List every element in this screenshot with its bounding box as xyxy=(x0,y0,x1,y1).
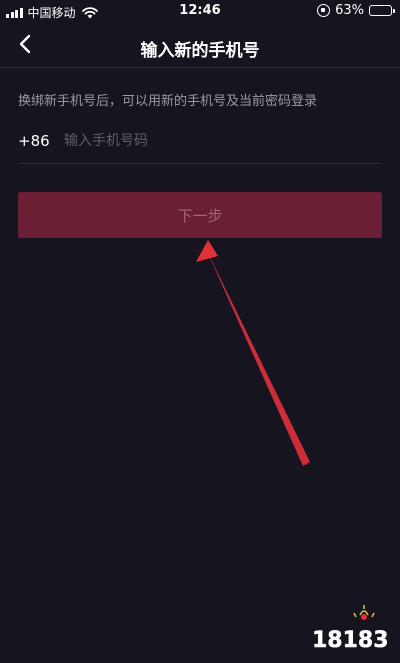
watermark-logo: 18183 xyxy=(312,605,388,653)
annotation-arrow-head xyxy=(196,240,218,262)
annotation-arrow-shaft xyxy=(206,249,310,466)
battery-icon xyxy=(369,5,395,16)
battery-percent: 63% xyxy=(335,3,364,18)
rotation-lock-icon xyxy=(317,4,331,17)
phone-number-input[interactable] xyxy=(64,132,354,149)
phone-input-row: +86 xyxy=(18,118,382,164)
next-step-button[interactable]: 下一步 xyxy=(18,192,382,238)
svg-text:18183: 18183 xyxy=(312,628,388,653)
status-bar: 中国移动 12:46 63% xyxy=(0,0,400,24)
status-bar-right: 63% xyxy=(317,3,395,18)
rebind-hint-text: 换绑新手机号后，可以用新的手机号及当前密码登录 xyxy=(18,94,318,109)
nav-bar: 输入新的手机号 xyxy=(0,24,400,68)
page-title: 输入新的手机号 xyxy=(140,41,260,61)
country-code[interactable]: +86 xyxy=(18,132,64,150)
